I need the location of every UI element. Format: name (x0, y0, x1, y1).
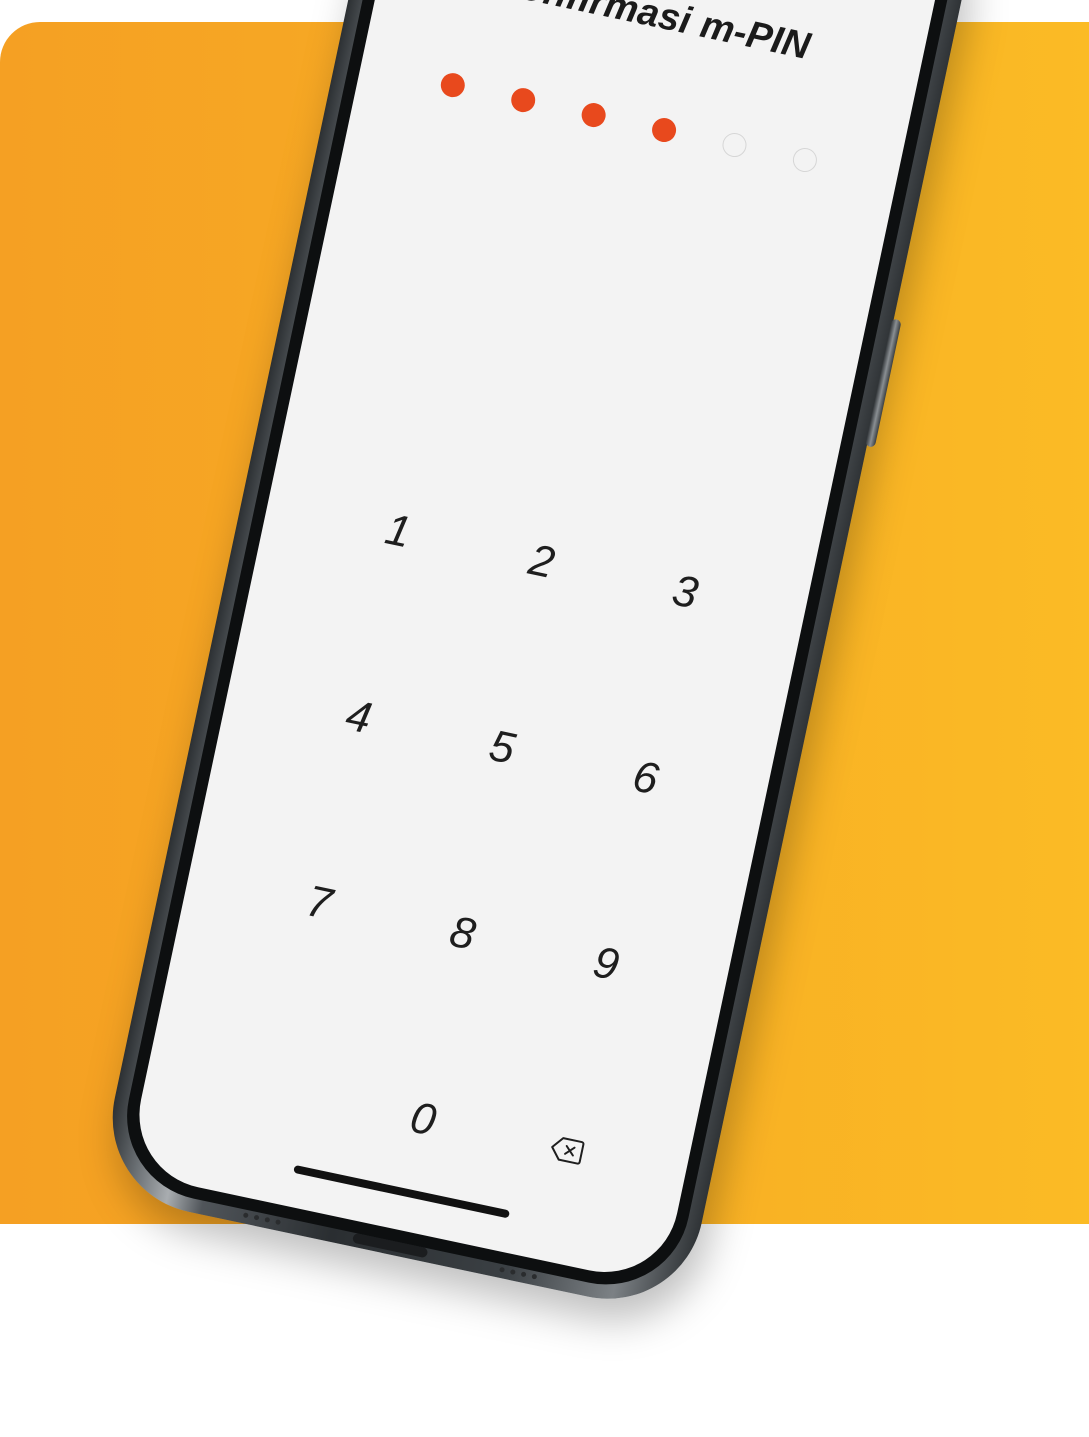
pin-dot-2 (508, 85, 538, 115)
pin-indicator (358, 54, 899, 191)
phone-device: Konfirmasi m-PIN 1 2 3 4 5 6 7 8 9 0 (94, 0, 982, 1317)
pin-dot-3 (579, 100, 608, 130)
phone-screen: Konfirmasi m-PIN 1 2 3 4 5 6 7 8 9 0 (125, 0, 951, 1286)
phone-mockup: Konfirmasi m-PIN 1 2 3 4 5 6 7 8 9 0 (0, 0, 1089, 1437)
pin-dot-4 (649, 115, 679, 145)
pin-dot-6 (790, 145, 820, 175)
numeric-keypad: 1 2 3 4 5 6 7 8 9 0 (188, 423, 776, 1258)
backspace-icon (550, 1137, 585, 1165)
pin-dot-1 (438, 70, 468, 100)
pin-dot-5 (720, 130, 749, 160)
